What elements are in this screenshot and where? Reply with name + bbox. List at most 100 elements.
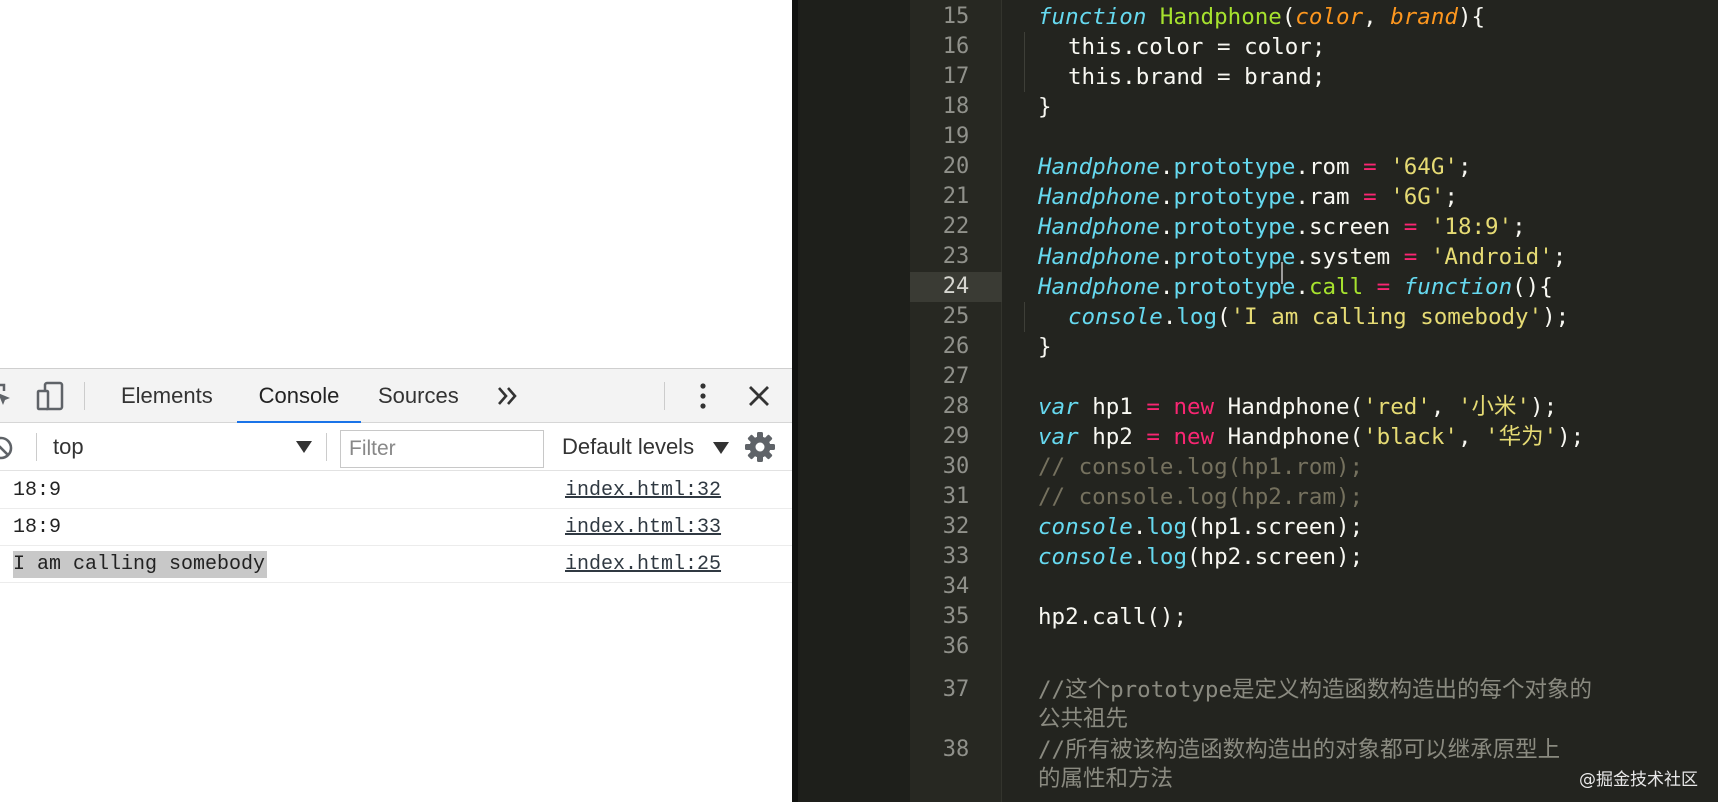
code-token: log bbox=[1146, 544, 1188, 570]
code-comment: //这个prototype是定义构造函数构造出的每个对象的 bbox=[1038, 677, 1593, 703]
code-token: '64G' bbox=[1390, 154, 1458, 180]
console-settings-gear-icon[interactable] bbox=[744, 431, 776, 463]
code-token: brand bbox=[1390, 4, 1458, 30]
toolbar-divider bbox=[84, 382, 85, 410]
console-filter-input[interactable] bbox=[340, 430, 544, 468]
code-token: color bbox=[1295, 4, 1364, 30]
code-token: var bbox=[1038, 394, 1079, 420]
console-source-link[interactable]: index.html:33 bbox=[565, 514, 721, 541]
code-comment: // console.log(hp1.rom); bbox=[1038, 454, 1364, 480]
indent-guide bbox=[1024, 32, 1025, 92]
code-line: console.log(hp2.screen); bbox=[1038, 544, 1364, 570]
toolbar-divider bbox=[664, 382, 665, 410]
code-comment: 公共祖先 bbox=[1038, 706, 1129, 732]
code-comment: 的属性和方法 bbox=[1038, 766, 1174, 792]
browser-panel: Elements Console Sources top Filter Defa… bbox=[0, 0, 792, 802]
console-log: 18:9 index.html:32 18:9 index.html:33 I … bbox=[0, 472, 792, 583]
code-line: console.log('I am calling somebody'); bbox=[1068, 304, 1570, 330]
code-line: Handphone.prototype.screen = '18:9'; bbox=[1038, 214, 1526, 240]
indent-guide bbox=[1024, 302, 1025, 332]
code-line: hp2.call(); bbox=[1038, 604, 1188, 630]
line-number: 18 bbox=[942, 94, 970, 119]
line-number: 27 bbox=[942, 364, 970, 389]
code-token: prototype bbox=[1173, 244, 1296, 270]
code-line: } bbox=[1038, 334, 1052, 360]
code-line: var hp1 = new Handphone('red', '小米'); bbox=[1038, 394, 1558, 420]
code-token: 'black' bbox=[1363, 424, 1458, 450]
devtools-toolbar: Elements Console Sources bbox=[0, 369, 792, 424]
more-tabs-chevron-icon[interactable] bbox=[496, 383, 520, 409]
inspect-element-icon[interactable] bbox=[0, 381, 14, 411]
code-token: (hp1.screen); bbox=[1187, 514, 1364, 540]
line-number: 25 bbox=[942, 304, 970, 329]
line-number: 31 bbox=[942, 484, 970, 509]
code-token: Handphone bbox=[1038, 214, 1160, 240]
code-line: Handphone.prototype.rom = '64G'; bbox=[1038, 154, 1472, 180]
context-select[interactable]: top bbox=[38, 429, 312, 465]
code-token: rom bbox=[1308, 154, 1350, 180]
code-line: function Handphone(color, brand){ bbox=[1038, 4, 1486, 30]
line-number: 19 bbox=[942, 124, 970, 149]
watermark: @掘金技术社区 bbox=[1579, 770, 1698, 790]
code-token: 'red' bbox=[1363, 394, 1431, 420]
line-number: 15 bbox=[942, 4, 970, 29]
code-token: function bbox=[1038, 4, 1147, 30]
line-number: 17 bbox=[942, 64, 970, 89]
tab-console[interactable]: Console bbox=[237, 369, 361, 424]
tab-sources[interactable]: Sources bbox=[360, 369, 477, 423]
code-line: var hp2 = new Handphone('black', '华为'); bbox=[1038, 424, 1585, 450]
clear-console-icon[interactable] bbox=[0, 435, 14, 461]
tab-elements[interactable]: Elements bbox=[103, 369, 231, 423]
dropdown-arrow-icon bbox=[296, 441, 312, 453]
log-levels-select[interactable]: Default levels bbox=[562, 429, 732, 465]
device-toolbar-icon[interactable] bbox=[36, 381, 66, 411]
code-line: Handphone.prototype.system = 'Android'; bbox=[1038, 244, 1567, 270]
code-token: Handphone bbox=[1159, 4, 1282, 30]
console-source-link[interactable]: index.html:32 bbox=[565, 477, 721, 504]
log-levels-label: Default levels bbox=[562, 434, 695, 459]
code-token: Handphone bbox=[1227, 424, 1350, 450]
code-line: this.color = color; bbox=[1068, 34, 1326, 60]
close-icon[interactable] bbox=[746, 383, 772, 409]
console-source-link[interactable]: index.html:25 bbox=[565, 551, 721, 578]
dropdown-arrow-icon bbox=[713, 442, 729, 454]
code-token: log bbox=[1146, 514, 1188, 540]
line-number: 28 bbox=[942, 394, 970, 419]
code-token: screen bbox=[1308, 214, 1391, 240]
code-token: new bbox=[1173, 394, 1215, 420]
code-comment: // console.log(hp2.ram); bbox=[1038, 484, 1364, 510]
code-token: '6G' bbox=[1390, 184, 1445, 210]
line-number: 34 bbox=[942, 574, 970, 599]
filter-divider bbox=[326, 433, 327, 461]
context-value: top bbox=[53, 434, 84, 459]
code-line: } bbox=[1038, 94, 1052, 120]
code-token: ram bbox=[1308, 184, 1350, 210]
page-viewport[interactable] bbox=[0, 0, 792, 368]
line-number: 32 bbox=[942, 514, 970, 539]
text-cursor bbox=[1281, 262, 1283, 284]
line-number: 30 bbox=[942, 454, 970, 479]
line-number: 36 bbox=[942, 634, 970, 659]
code-token: 'I am calling somebody' bbox=[1230, 304, 1543, 330]
kebab-menu-icon[interactable] bbox=[696, 381, 710, 411]
console-message-text: I am calling somebody bbox=[13, 551, 268, 578]
code-token: '小米' bbox=[1457, 394, 1531, 420]
code-token: 'Android' bbox=[1430, 244, 1553, 270]
code-token: Handphone bbox=[1227, 394, 1350, 420]
code-token: log bbox=[1176, 304, 1218, 330]
code-token: prototype bbox=[1173, 274, 1296, 300]
code-area[interactable]: function Handphone(color, brand){ this.c… bbox=[1002, 0, 1718, 802]
line-number: 21 bbox=[942, 184, 970, 209]
line-number: 20 bbox=[942, 154, 970, 179]
line-number: 29 bbox=[942, 424, 970, 449]
editor-side-panel bbox=[798, 0, 910, 802]
code-token: prototype bbox=[1173, 184, 1296, 210]
code-line: this.brand = brand; bbox=[1068, 64, 1326, 90]
code-line: console.log(hp1.screen); bbox=[1038, 514, 1364, 540]
line-number: 35 bbox=[942, 604, 970, 629]
console-message-row: 18:9 index.html:33 bbox=[0, 509, 792, 546]
line-number: 38 bbox=[942, 737, 970, 762]
line-number: 33 bbox=[942, 544, 970, 569]
console-message-row: 18:9 index.html:32 bbox=[0, 472, 792, 509]
code-token: function bbox=[1403, 274, 1513, 300]
